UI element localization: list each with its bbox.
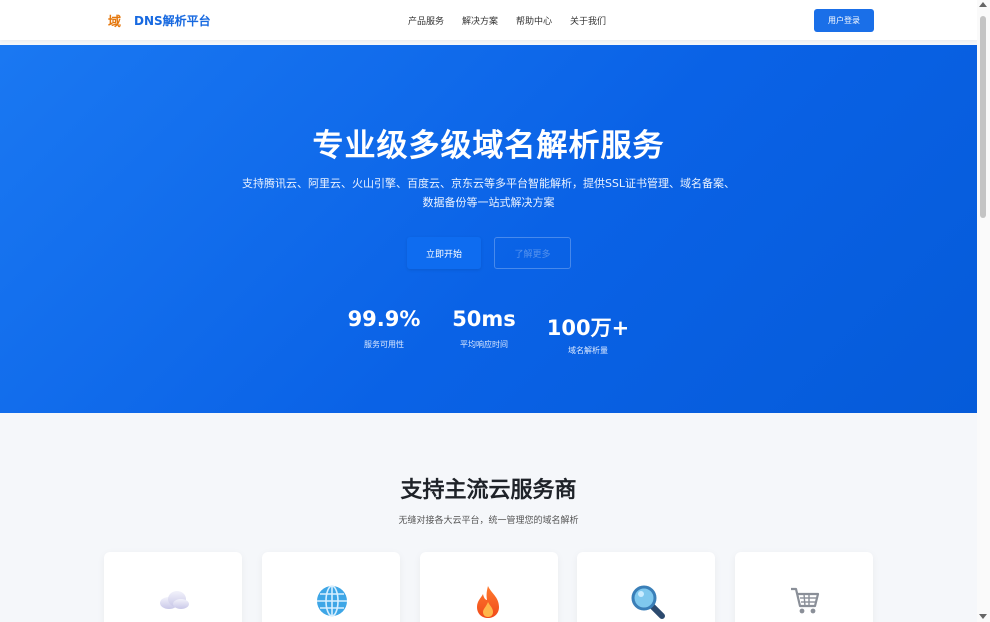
vertical-scrollbar[interactable] [977, 0, 990, 622]
scroll-thumb[interactable] [980, 16, 986, 218]
stat-response-label: 平均响应时间 [460, 340, 508, 349]
logo-mark[interactable]: 域 [108, 11, 121, 30]
provider-card-fire[interactable] [420, 552, 558, 622]
shopping-cart-icon [791, 587, 820, 614]
hero-banner: 专业级多级域名解析服务 支持腾讯云、阿里云、火山引擎、百度云、京东云等多平台智能… [0, 45, 977, 413]
scroll-up-arrow-icon[interactable] [979, 2, 987, 7]
logo-text[interactable]: DNS解析平台 [134, 12, 211, 29]
globe-icon [317, 585, 347, 617]
stat-response-value: 50ms [452, 307, 516, 331]
stat-availability-value: 99.9% [347, 307, 421, 331]
provider-card-cloud[interactable] [104, 552, 242, 622]
scroll-down-arrow-icon[interactable] [979, 614, 987, 619]
hero-title: 专业级多级域名解析服务 [312, 128, 665, 164]
hero-subtitle-line-1: 支持腾讯云、阿里云、火山引擎、百度云、京东云等多平台智能解析，提供SSL证书管理… [241, 177, 736, 190]
hero-subtitle: 支持腾讯云、阿里云、火山引擎、百度云、京东云等多平台智能解析，提供SSL证书管理… [200, 174, 777, 212]
nav-item-solutions[interactable]: 解决方案 [462, 14, 498, 27]
start-button[interactable]: 立即开始 [407, 237, 481, 269]
stat-volume-value: 100万+ [546, 316, 630, 340]
top-header: 域 DNS解析平台 产品服务 解决方案 帮助中心 关于我们 用户登录 [0, 0, 977, 40]
page: 域 DNS解析平台 产品服务 解决方案 帮助中心 关于我们 用户登录 专业级多级… [0, 0, 977, 622]
main-nav: 产品服务 解决方案 帮助中心 关于我们 [408, 14, 606, 27]
learn-more-button[interactable]: 了解更多 [494, 237, 571, 269]
hero-subtitle-line-2: 数据备份等一站式解决方案 [422, 196, 555, 209]
nav-item-help[interactable]: 帮助中心 [516, 14, 552, 27]
stat-availability-label: 服务可用性 [364, 340, 404, 349]
cloud-icon [160, 591, 189, 609]
magnifier-icon [631, 585, 665, 619]
provider-card-globe[interactable] [262, 552, 400, 622]
providers-subtitle: 无缝对接各大云平台，统一管理您的域名解析 [398, 516, 579, 526]
fire-icon [477, 586, 499, 618]
providers-title: 支持主流云服务商 [400, 478, 577, 503]
provider-card-search[interactable] [577, 552, 715, 622]
nav-item-about[interactable]: 关于我们 [570, 14, 606, 27]
stat-volume-label: 域名解析量 [568, 346, 608, 355]
provider-card-cart[interactable] [735, 552, 873, 622]
nav-item-products[interactable]: 产品服务 [408, 14, 444, 27]
login-button[interactable]: 用户登录 [814, 9, 874, 32]
